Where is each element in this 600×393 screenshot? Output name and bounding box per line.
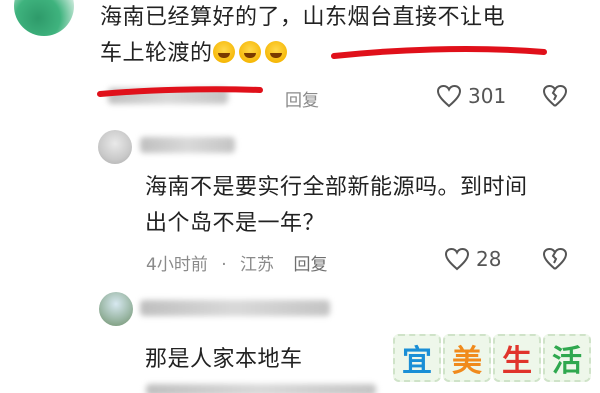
reply-button[interactable]: 回复 xyxy=(285,86,319,111)
broken-heart-icon xyxy=(542,84,568,108)
reply-button[interactable]: 回复 xyxy=(293,255,327,275)
dislike-button[interactable] xyxy=(542,247,568,271)
comment-text: 那是人家本地车 xyxy=(145,342,303,378)
like-count: 301 xyxy=(468,84,507,108)
watermark-char: 宜 xyxy=(393,334,441,382)
comment-thread: 海南已经算好的了，山东烟台直接不让电 车上轮渡的 回复 301 海南不是要实行全… xyxy=(0,0,600,393)
watermark-char: 美 xyxy=(443,334,491,382)
avatar[interactable] xyxy=(14,0,74,36)
heart-icon xyxy=(436,84,462,108)
laughing-emoji-icon xyxy=(264,41,287,63)
avatar[interactable] xyxy=(99,292,133,326)
comment-text: 海南不是要实行全部新能源吗。到时间 出个岛不是一年？ xyxy=(145,170,528,242)
watermark-logo: 宜 美 生 活 xyxy=(393,334,591,382)
watermark-char: 活 xyxy=(543,334,591,382)
comment-line: 海南不是要实行全部新能源吗。到时间 xyxy=(145,175,528,200)
laughing-emoji-icon xyxy=(238,41,261,63)
heart-icon xyxy=(444,247,470,271)
laughing-emoji-icon xyxy=(212,41,235,63)
comment-meta: 4小时前 · 江苏 回复 xyxy=(146,250,327,275)
comment-line: 车上轮渡的 xyxy=(100,41,213,66)
timestamp: 4小时前 xyxy=(146,255,208,275)
comment-line: 那是人家本地车 xyxy=(145,347,303,372)
blurred-username xyxy=(140,137,235,153)
blurred-username xyxy=(140,300,330,316)
dislike-button[interactable] xyxy=(542,84,568,108)
comment-line: 出个岛不是一年？ xyxy=(145,211,326,236)
blurred-meta xyxy=(146,384,376,393)
separator-dot: · xyxy=(221,255,227,275)
avatar[interactable] xyxy=(98,130,132,164)
reply-label: 回复 xyxy=(285,91,319,111)
like-button[interactable]: 301 xyxy=(436,84,506,108)
like-button[interactable]: 28 xyxy=(444,247,501,271)
comment-line: 海南已经算好的了，山东烟台直接不让电 xyxy=(100,5,506,30)
comment-text: 海南已经算好的了，山东烟台直接不让电 车上轮渡的 xyxy=(100,0,505,72)
like-count: 28 xyxy=(476,247,502,271)
broken-heart-icon xyxy=(542,247,568,271)
location: 江苏 xyxy=(240,255,275,275)
comment-line-2: 车上轮渡的 xyxy=(100,36,505,72)
watermark-char: 生 xyxy=(493,334,541,382)
blurred-meta xyxy=(108,88,228,104)
